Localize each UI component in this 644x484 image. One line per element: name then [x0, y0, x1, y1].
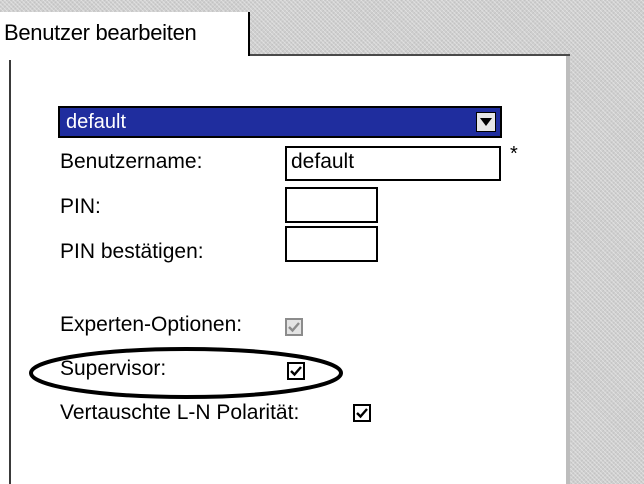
pin-confirm-label: PIN bestätigen:	[60, 240, 204, 263]
chevron-down-icon[interactable]	[476, 112, 496, 132]
pin-confirm-field[interactable]	[285, 226, 378, 262]
checkmark-icon	[290, 366, 302, 377]
pin-label: PIN:	[60, 195, 101, 218]
pin-field[interactable]	[285, 187, 378, 223]
tab-benutzer-bearbeiten[interactable]: Benutzer bearbeiten	[0, 12, 250, 56]
username-label: Benutzername:	[60, 150, 203, 173]
panel-right-border	[566, 56, 570, 484]
supervisor-label: Supervisor:	[60, 357, 167, 380]
panel-left-border	[9, 60, 11, 484]
checkmark-icon	[288, 322, 300, 333]
required-marker: *	[510, 143, 518, 165]
tab-label: Benutzer bearbeiten	[4, 20, 197, 45]
username-field[interactable]: default	[285, 146, 501, 181]
user-select-value: default	[66, 111, 127, 133]
polarity-label: Vertauschte L-N Polarität:	[60, 401, 300, 424]
user-select-dropdown[interactable]: default	[58, 106, 502, 138]
expert-options-label: Experten-Optionen:	[60, 313, 243, 336]
expert-options-checkbox	[285, 318, 303, 336]
polarity-checkbox[interactable]	[353, 404, 371, 422]
supervisor-checkbox[interactable]	[287, 362, 305, 380]
checkmark-icon	[356, 408, 368, 419]
